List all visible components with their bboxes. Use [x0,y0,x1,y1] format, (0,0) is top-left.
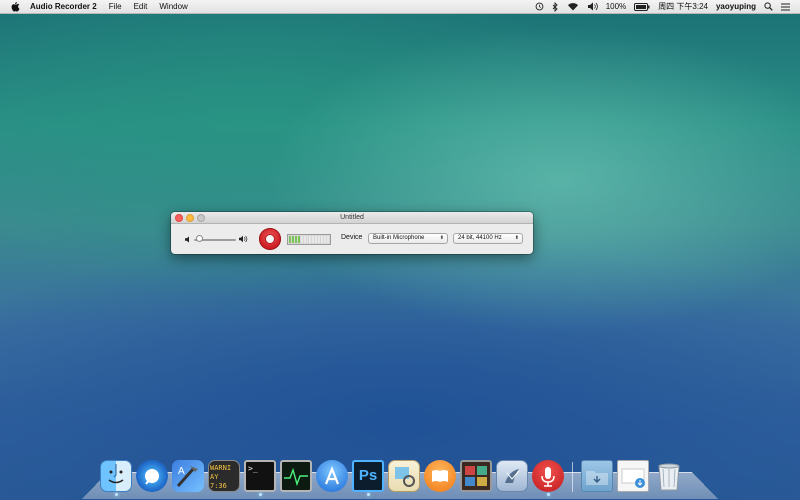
running-indicator [115,493,118,496]
meter-segment [315,236,318,243]
meter-segment [318,236,321,243]
meter-segment [300,236,303,243]
clock[interactable]: 周四 下午3:24 [658,1,708,12]
photoshop-icon[interactable]: Ps [352,460,384,492]
preview-icon[interactable] [388,460,420,492]
time-machine-icon[interactable] [535,2,544,11]
console-icon[interactable]: WARNI AY 7:36 [208,460,240,492]
spotlight-icon[interactable] [764,2,773,11]
dock-separator [572,462,573,492]
battery-icon[interactable] [634,2,650,11]
photo-booth-icon[interactable] [460,460,492,492]
title-bar[interactable]: Untitled [171,212,533,224]
meter-segment [297,236,300,243]
downloads-stack-icon[interactable] [617,460,649,492]
app-menu[interactable]: Audio Recorder 2 [30,2,97,11]
running-indicator [367,493,370,496]
menu-window[interactable]: Window [159,2,187,11]
apple-icon[interactable] [10,1,20,12]
device-select[interactable]: Built-in Microphone ⬍ [368,233,448,244]
battery-percent[interactable]: 100% [606,2,626,11]
meter-segment [312,236,315,243]
wifi-icon[interactable] [567,2,579,11]
running-indicator [547,493,550,496]
dock: A WARNI AY 7:36 >_ Ps [100,456,685,496]
safari-icon[interactable] [136,460,168,492]
minimize-button[interactable] [186,214,194,222]
meter-segment [309,236,312,243]
chevron-updown-icon: ⬍ [439,235,444,241]
record-dot-icon [265,234,275,244]
menu-file[interactable]: File [109,2,122,11]
svg-text:A: A [178,466,185,477]
volume-slider-knob[interactable] [195,235,203,242]
meter-segment [289,236,291,243]
meter-segment [294,236,297,243]
meter-segment [303,236,306,243]
bluetooth-icon[interactable] [552,1,559,12]
volume-high-icon [239,235,248,243]
app-store-icon[interactable] [316,460,348,492]
recorder-window: Untitled Device Built-in Microphone ⬍ 24… [171,212,533,254]
device-label: Device [341,234,363,241]
chevron-updown-icon: ⬍ [514,235,519,241]
photoshop-label: Ps [358,467,378,484]
activity-monitor-icon[interactable] [280,460,312,492]
trash-icon[interactable] [653,460,685,492]
format-select[interactable]: 24 bit, 44100 Hz ⬍ [453,233,523,244]
console-text-line2: AY 7:36 [210,473,227,490]
finder-icon[interactable] [100,460,132,492]
xcode-icon[interactable]: A [172,460,204,492]
zoom-button[interactable] [197,214,205,222]
volume-icon[interactable] [587,2,598,11]
menu-bar: Audio Recorder 2 File Edit Window 100% 周… [0,0,800,14]
meter-segment [291,236,294,243]
terminal-icon[interactable]: >_ [244,460,276,492]
running-indicator [259,493,262,496]
user-menu[interactable]: yaoyuping [716,2,756,11]
documents-folder-icon[interactable] [581,460,613,492]
meter-segment [324,236,326,243]
meter-segment [306,236,309,243]
ibooks-icon[interactable] [424,460,456,492]
close-button[interactable] [175,214,183,222]
meter-segment [321,236,324,243]
notification-center-icon[interactable] [781,3,790,11]
record-button[interactable] [259,228,281,250]
mail-icon[interactable] [496,460,528,492]
menu-edit[interactable]: Edit [134,2,148,11]
audio-recorder-icon[interactable] [532,460,564,492]
console-text-line1: WARNI [210,464,232,472]
volume-low-icon [185,236,189,243]
window-title: Untitled [340,214,364,221]
device-select-value: Built-in Microphone [373,235,425,241]
meter-segment [326,236,329,243]
format-select-value: 24 bit, 44100 Hz [458,235,502,241]
level-meter [287,234,331,245]
